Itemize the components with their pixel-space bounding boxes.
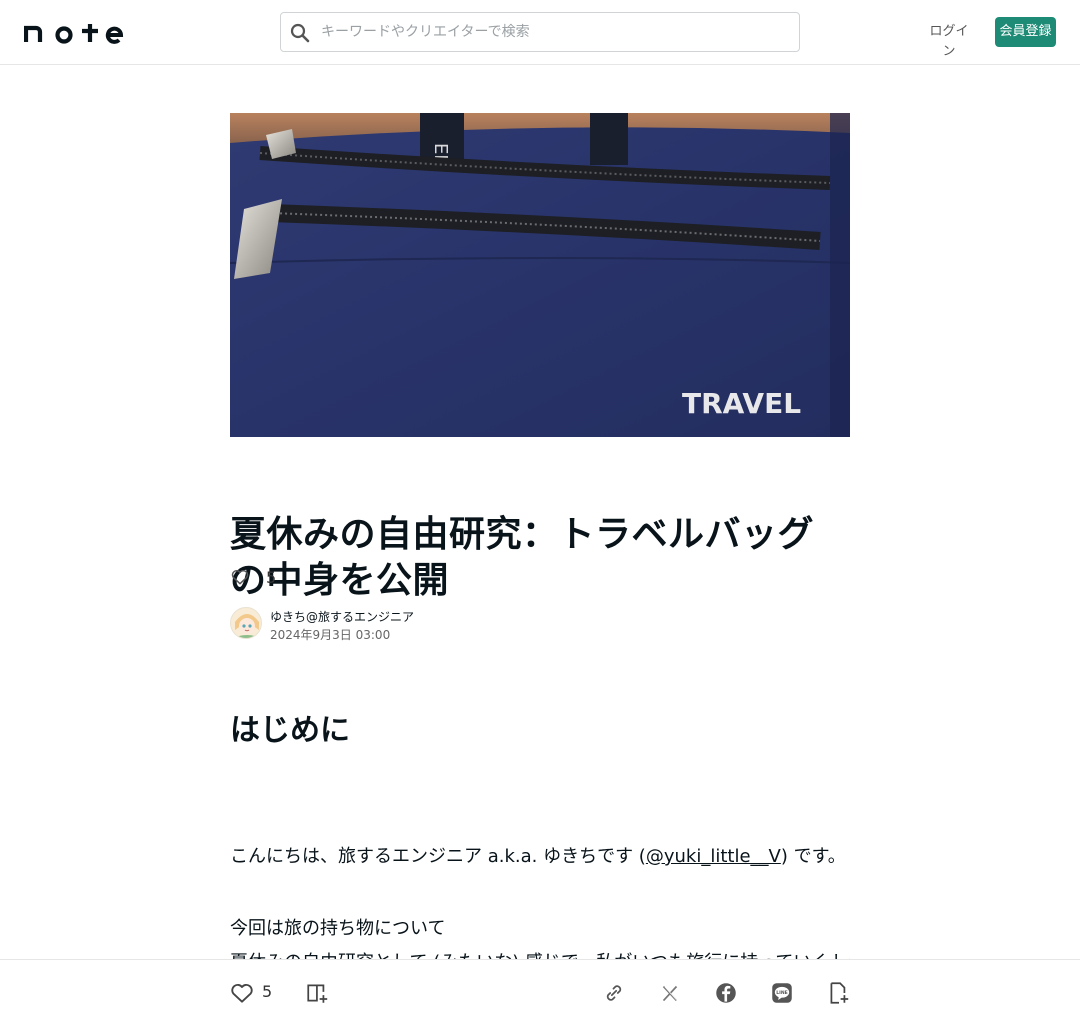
hero-travel-text: TRAVEL — [682, 387, 801, 420]
note-logo[interactable] — [23, 18, 124, 46]
search-box[interactable] — [280, 12, 800, 52]
intro-text-suffix: ) です。 — [780, 846, 846, 867]
line-icon[interactable]: LINE — [769, 980, 795, 1006]
author-name[interactable]: ゆきち@旅するエンジニア — [270, 608, 414, 625]
magazine-add-icon[interactable] — [305, 980, 331, 1006]
note-add-icon[interactable] — [826, 980, 852, 1006]
author-info: ゆきち@旅するエンジニア 2024年9月3日 03:00 — [230, 607, 630, 642]
section-heading: はじめに — [230, 713, 350, 748]
signup-button[interactable]: 会員登録 — [995, 17, 1056, 47]
heart-icon[interactable] — [229, 980, 255, 1006]
bottom-action-bar: 5 LINE — [0, 959, 1080, 1024]
search-input[interactable] — [321, 13, 791, 51]
link-icon[interactable] — [601, 980, 627, 1006]
hero-image: EL TRAVEL — [230, 113, 850, 437]
intro-paragraph: こんにちは、旅するエンジニア a.k.a. ゆきちです (@yuki_littl… — [230, 844, 850, 870]
heart-icon[interactable] — [230, 567, 250, 587]
twitter-handle-link[interactable]: @yuki_little__V — [646, 846, 781, 867]
bottom-like-count: 5 — [262, 982, 273, 1001]
facebook-icon[interactable] — [713, 980, 739, 1006]
top-header: ログイン 会員登録 — [0, 0, 1080, 65]
article-title: 夏休みの自由研究：トラベルバッグの中身を公開 — [230, 514, 815, 601]
intro-text-prefix: こんにちは、旅するエンジニア a.k.a. ゆきちです ( — [230, 846, 646, 867]
like-count: 5 — [266, 567, 277, 587]
avatar[interactable] — [230, 607, 262, 639]
search-icon — [289, 22, 311, 44]
login-link[interactable]: ログイン — [924, 22, 974, 59]
x-icon[interactable] — [657, 980, 683, 1006]
article-like-summary[interactable]: 5 — [230, 566, 276, 588]
post-date: 2024年9月3日 03:00 — [270, 628, 391, 642]
svg-text:LINE: LINE — [776, 990, 788, 996]
body-paragraph: 今回は旅の持ち物について — [230, 918, 446, 939]
